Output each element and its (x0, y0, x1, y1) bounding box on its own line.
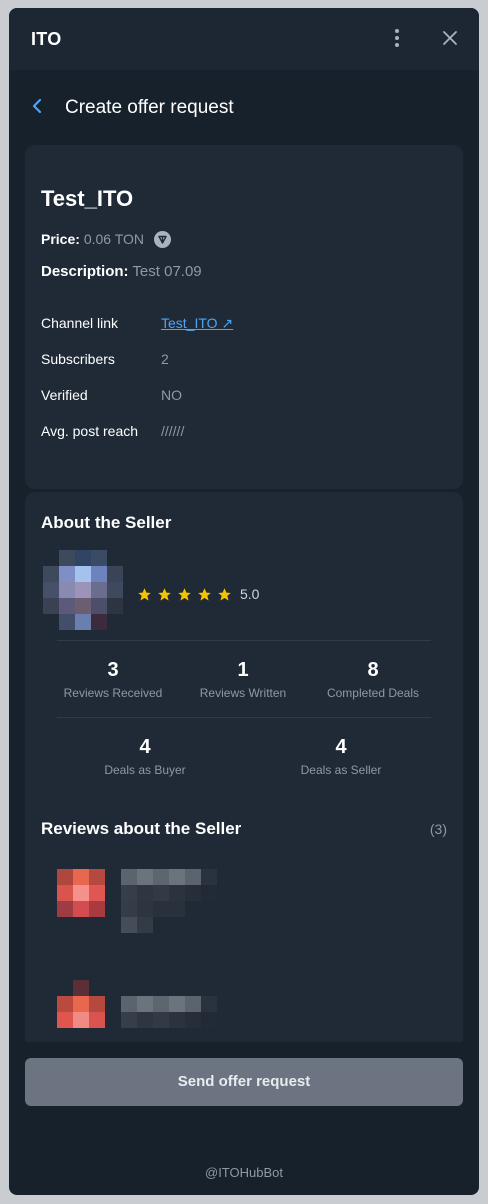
review-text-placeholder (121, 901, 185, 917)
description-row: Description: Test 07.09 (41, 263, 202, 280)
reviews-title: Reviews about the Seller (41, 819, 242, 838)
review-text-placeholder (121, 1012, 217, 1028)
page-title: Create offer request (65, 97, 234, 118)
menu-dots-icon[interactable] (389, 26, 405, 52)
stat-label: Deals as Seller (300, 763, 382, 777)
stat-value: 1 (237, 659, 249, 681)
detail-value: 2 (161, 351, 169, 367)
reviewer-name-placeholder (121, 869, 217, 885)
stat-label: Reviews Received (63, 686, 163, 700)
stat-value: 3 (107, 659, 119, 681)
star-icon (138, 587, 151, 600)
stat-label: Reviews Written (199, 686, 287, 700)
channel-info-card: Test_ITO Price: 0.06 TON Description: Te… (25, 145, 463, 489)
price-value: 0.06 TON (83, 231, 144, 247)
content-scroll-area[interactable]: Test_ITO Price: 0.06 TON Description: Te… (25, 145, 463, 1042)
description-value: Test 07.09 (132, 263, 202, 280)
detail-key: Verified (41, 387, 88, 403)
review-text-placeholder (121, 917, 153, 933)
mini-app-window: ITO Create offer request Test_ITO Price:… (9, 8, 479, 1195)
channel-name: Test_ITO (41, 186, 134, 211)
channel-link[interactable]: Test_ITO ↗ (161, 315, 233, 332)
price-label: Price: (41, 231, 80, 247)
review-text-placeholder (121, 885, 217, 901)
close-icon[interactable] (439, 27, 461, 49)
detail-key: Channel link (41, 315, 119, 331)
detail-value: NO (161, 387, 182, 403)
divider (57, 640, 431, 641)
star-icon (158, 587, 171, 600)
stat-reviews-received: 3 Reviews Received (63, 659, 163, 700)
ton-icon (153, 231, 171, 248)
stat-value: 4 (139, 736, 151, 758)
divider (57, 717, 431, 718)
detail-value: ////// (161, 423, 185, 439)
about-seller-title: About the Seller (41, 513, 172, 532)
reviewer-avatar (57, 869, 105, 917)
detail-key: Subscribers (41, 351, 115, 367)
stat-value: 4 (335, 736, 347, 758)
seller-avatar (43, 550, 123, 630)
star-icon (218, 587, 231, 600)
description-label: Description: (41, 263, 129, 280)
bot-username: @ITOHubBot (205, 1165, 283, 1180)
seller-rating: 5.0 (137, 586, 259, 602)
app-title: ITO (31, 29, 62, 49)
stat-reviews-written: 1 Reviews Written (193, 659, 293, 700)
rating-value: 5.0 (240, 586, 260, 602)
seller-card: About the Seller 5.0 3 Reviews Received (25, 492, 463, 1042)
reviewer-name-placeholder (121, 996, 217, 1012)
stat-completed-deals: 8 Completed Deals (323, 659, 423, 700)
star-icon (178, 587, 191, 600)
page-header: Create offer request (9, 70, 479, 132)
reviewer-avatar (57, 980, 105, 1028)
stat-deals-as-seller: 4 Deals as Seller (291, 736, 391, 777)
reviews-count: (3) (429, 821, 447, 837)
detail-key: Avg. post reach (41, 423, 139, 439)
stat-label: Deals as Buyer (104, 763, 186, 777)
back-chevron-icon[interactable] (31, 98, 43, 114)
price-row: Price: 0.06 TON (41, 231, 171, 248)
stat-value: 8 (367, 659, 379, 681)
title-bar: ITO (9, 8, 479, 70)
star-icon (198, 587, 211, 600)
stat-deals-as-buyer: 4 Deals as Buyer (95, 736, 195, 777)
stat-label: Completed Deals (326, 686, 420, 700)
send-offer-request-button[interactable]: Send offer request (25, 1058, 463, 1106)
